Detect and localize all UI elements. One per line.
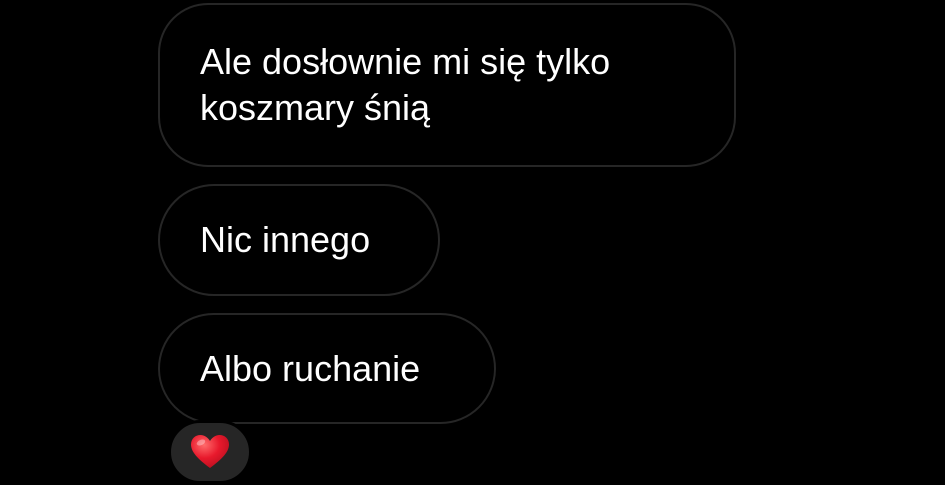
message-text: Albo ruchanie (200, 347, 421, 389)
reaction-badge[interactable] (168, 420, 252, 484)
message-bubble[interactable]: Albo ruchanie (158, 313, 496, 424)
red-heart-icon (190, 434, 230, 470)
message-thread: Ale dosłownie mi się tylko koszmary śnią… (0, 0, 945, 485)
message-text: Nic innego (200, 219, 371, 260)
message-bubble[interactable]: Ale dosłownie mi się tylko koszmary śnią (158, 3, 736, 167)
message-bubble[interactable]: Nic innego (158, 184, 440, 296)
message-text: Ale dosłownie mi się tylko koszmary śnią (200, 41, 611, 128)
